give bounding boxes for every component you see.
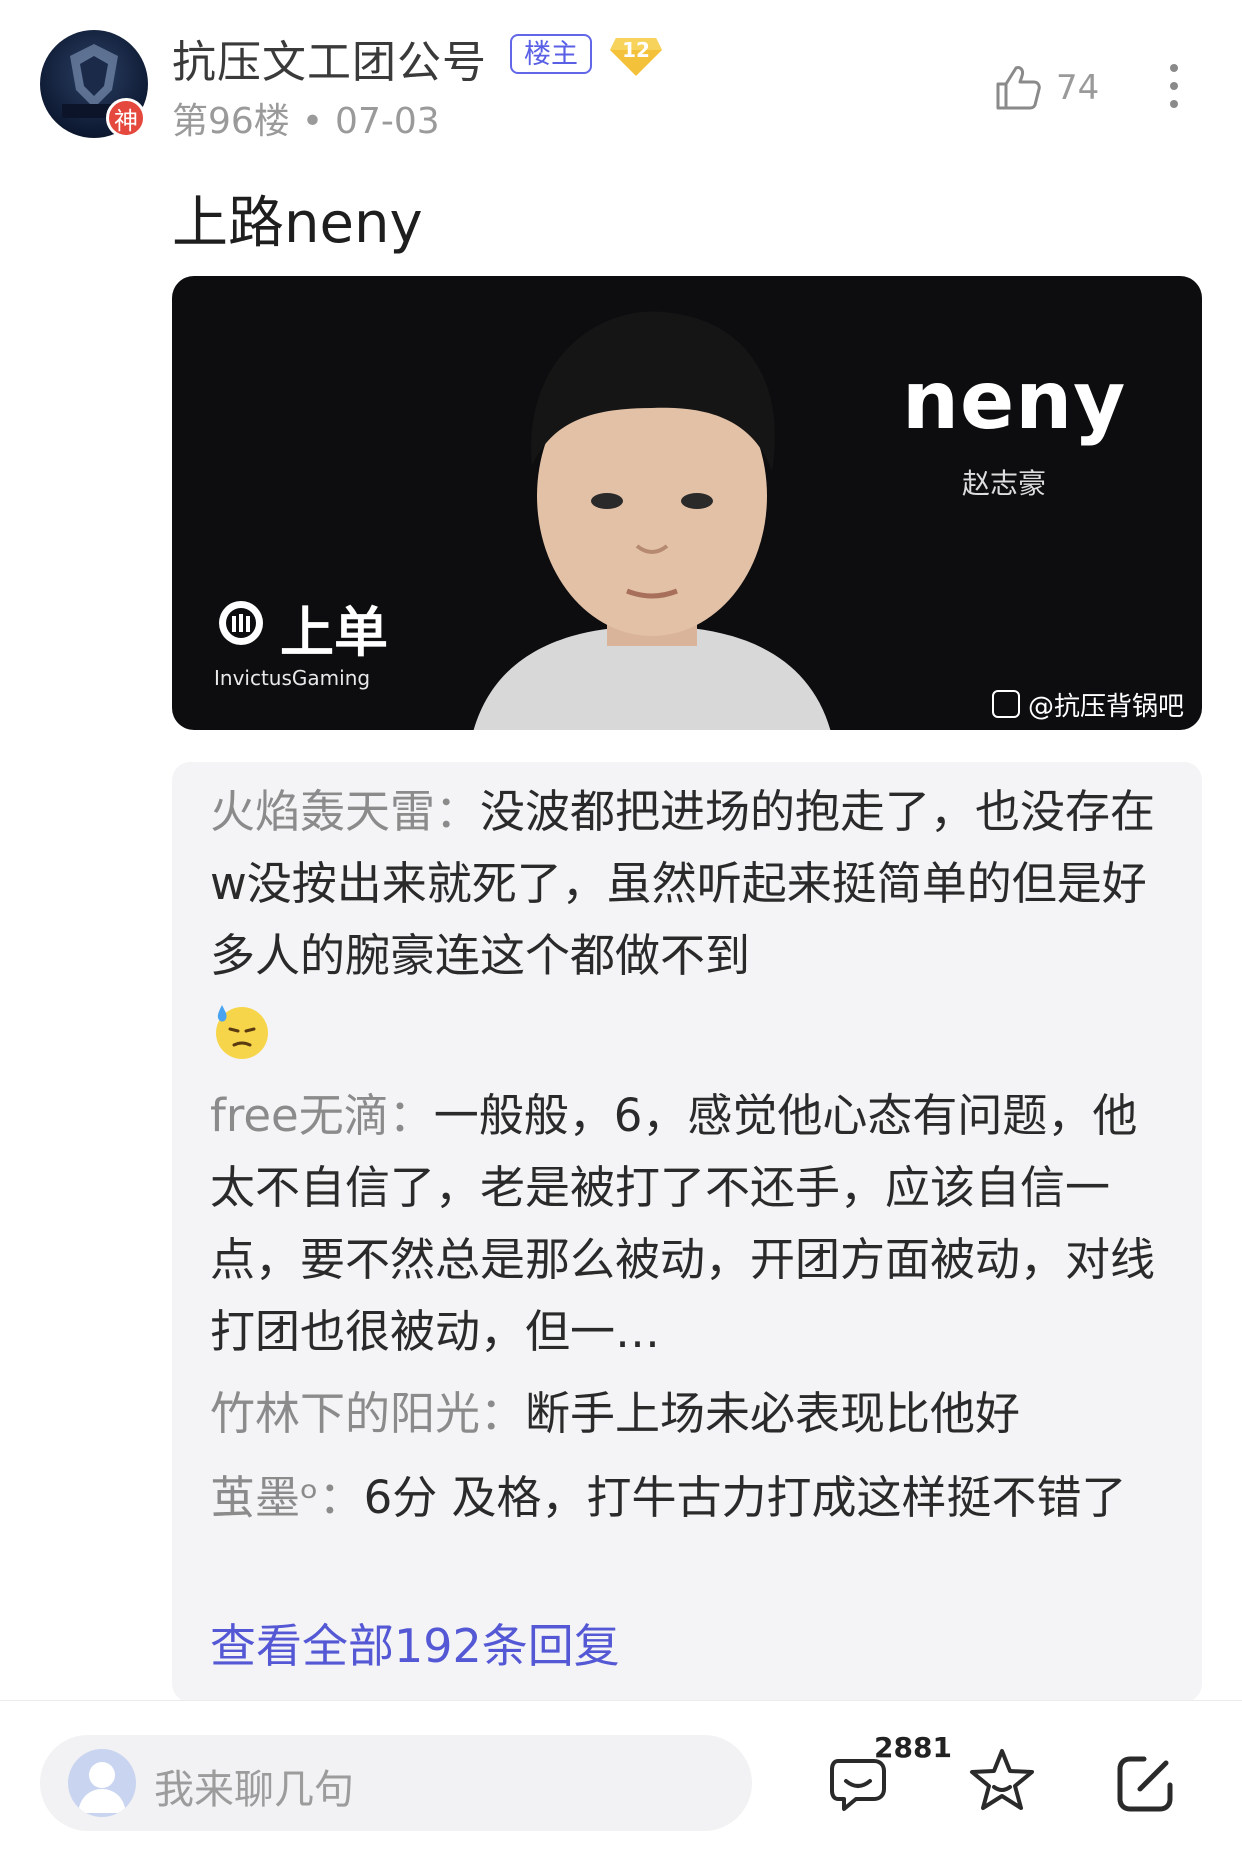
reply-item[interactable]: 火焰轰天雷：没波都把进场的抱走了，也没存在w没按出来就死了，虽然听起来挺简单的但… — [210, 776, 1160, 1064]
avatar-badge: 神 — [106, 98, 146, 138]
reply-item[interactable]: 茧墨ᵒ：6分 及格，打牛古力打成这样挺不错了 — [210, 1462, 1160, 1534]
reply-text: 6分 及格，打牛古力打成这样挺不错了 — [363, 1471, 1127, 1524]
reply-item[interactable]: 竹林下的阳光：断手上场未必表现比他好 — [210, 1378, 1160, 1450]
comment-input[interactable]: 我来聊几句 — [40, 1735, 752, 1831]
comment-count: 2881 — [874, 1731, 952, 1764]
post-meta: 第96楼 • 07-03 — [172, 92, 440, 144]
image-team-name: InvictusGaming — [214, 666, 371, 690]
reply-item[interactable]: free无滴：一般般，6，感觉他心态有问题，他太不自信了，老是被打了不还手，应该… — [210, 1080, 1160, 1368]
edit-icon[interactable] — [1114, 1751, 1178, 1815]
like-count: 74 — [1056, 68, 1100, 108]
like-icon[interactable] — [992, 62, 1044, 114]
image-watermark: @抗压背锅吧 — [1028, 692, 1185, 722]
comment-placeholder: 我来聊几句 — [154, 1767, 354, 1813]
reply-user[interactable]: 火焰轰天雷： — [210, 785, 480, 838]
post-text: 上路neny — [172, 191, 423, 256]
bottom-bar: 我来聊几句 2881 — [0, 1700, 1242, 1864]
player-portrait — [473, 311, 831, 730]
view-all-replies-link[interactable]: 查看全部192条回复 — [210, 1610, 620, 1676]
image-player-cn-name: 赵志豪 — [962, 467, 1047, 500]
reply-text: 断手上场未必表现比他好 — [525, 1387, 1021, 1440]
reply-user[interactable]: 茧墨ᵒ： — [210, 1471, 364, 1524]
meta-separator: • — [301, 101, 324, 142]
floor-number: 第96楼 — [172, 101, 290, 142]
team-logo-icon — [219, 601, 263, 645]
level-number: 12 — [622, 38, 650, 62]
username[interactable]: 抗压文工团公号 — [172, 26, 487, 90]
reply-user[interactable]: 竹林下的阳光： — [210, 1387, 525, 1440]
star-icon[interactable] — [966, 1745, 1038, 1817]
post-date: 07-03 — [335, 101, 440, 142]
owner-tag: 楼主 — [510, 34, 592, 74]
emoji-sweat-icon — [216, 1005, 268, 1059]
image-player-name: neny — [902, 354, 1127, 447]
watermark-icon — [992, 690, 1020, 718]
reply-user[interactable]: free无滴： — [210, 1089, 434, 1142]
more-icon[interactable] — [1164, 60, 1184, 112]
image-role: 上单 — [280, 601, 388, 664]
reply-preview-box[interactable]: 火焰轰天雷：没波都把进场的抱走了，也没存在w没按出来就死了，虽然听起来挺简单的但… — [172, 762, 1202, 1702]
post-image[interactable]: neny 赵志豪 上单 InvictusGaming @抗压背锅吧 — [172, 276, 1202, 730]
user-avatar-icon — [68, 1749, 136, 1817]
